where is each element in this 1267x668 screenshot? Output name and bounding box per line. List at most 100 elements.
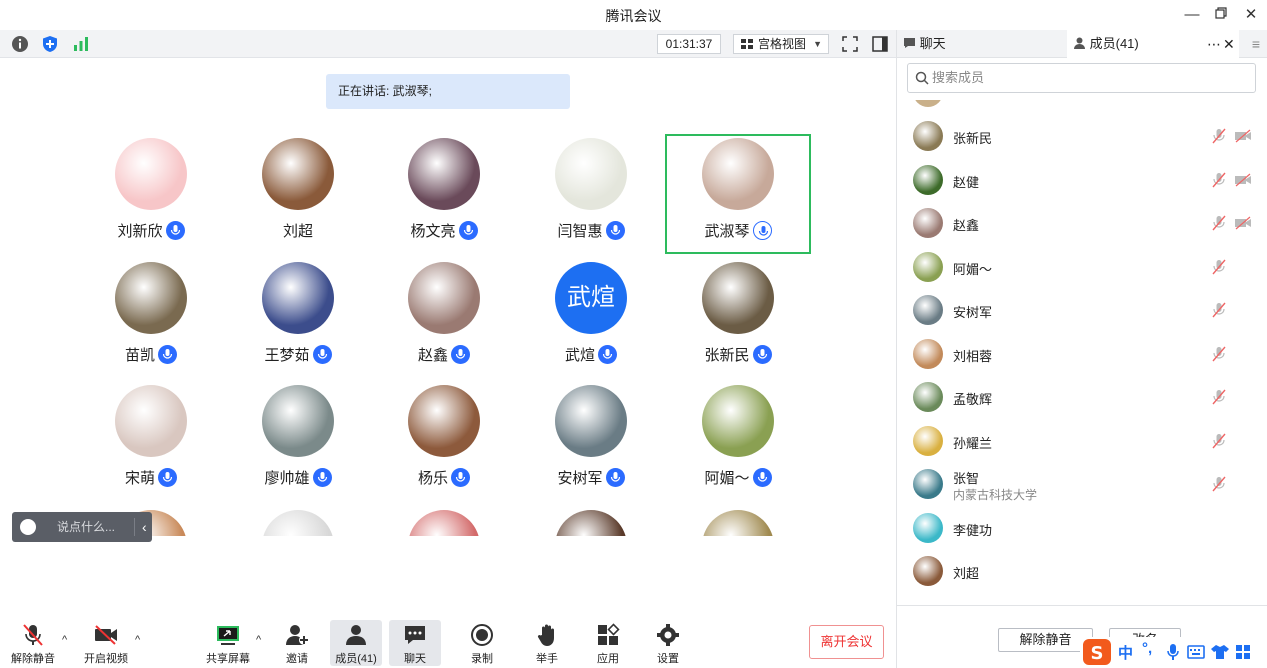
participant-tile[interactable]: 苗凯 — [78, 258, 224, 378]
avatar — [702, 138, 774, 210]
start-video-label: 开启视频 — [84, 653, 128, 665]
hand-icon — [537, 624, 554, 646]
skin-icon[interactable] — [1211, 644, 1229, 660]
mic-icon — [451, 345, 470, 364]
emoji-icon[interactable] — [20, 519, 36, 535]
participant-tile[interactable]: 赵鑫 — [371, 258, 517, 378]
participant-tile[interactable]: 张新民 — [665, 258, 811, 378]
mic-muted-icon[interactable] — [1211, 476, 1227, 492]
avatar — [408, 510, 480, 536]
minimize-button[interactable]: — — [1180, 4, 1204, 26]
participant-tile[interactable]: 廖帅雄 — [225, 381, 371, 501]
list-item[interactable]: 张新民 — [897, 116, 1267, 156]
list-item[interactable]: 赵鑫 — [897, 203, 1267, 243]
share-screen-button[interactable]: 共享屏幕 — [202, 620, 254, 666]
signal-icon[interactable] — [72, 35, 90, 53]
participant-tile[interactable] — [225, 506, 371, 536]
sidebar-toggle-icon[interactable] — [871, 35, 889, 53]
toolbox-icon[interactable] — [1235, 644, 1251, 660]
participant-tile[interactable]: 阿媚～ — [665, 381, 811, 501]
mic-muted-icon[interactable] — [1211, 433, 1227, 449]
list-item[interactable]: 刘超 — [897, 551, 1267, 591]
collapse-chevron-icon[interactable]: ‹ — [142, 512, 147, 542]
ime-toolbar[interactable]: S 中 °, — [1080, 637, 1267, 668]
avatar — [408, 262, 480, 334]
punctuation-icon[interactable]: °, — [1142, 640, 1152, 657]
list-item[interactable]: 安树军 — [897, 290, 1267, 330]
member-search-input[interactable]: 搜索成员 — [907, 63, 1256, 93]
tab-chat[interactable]: 聊天 — [897, 30, 1067, 58]
raise-hand-button[interactable]: 举手 — [527, 620, 567, 666]
fullscreen-icon[interactable] — [841, 35, 859, 53]
participant-name-row: 宋萌 — [78, 467, 224, 488]
participant-tile[interactable]: 安树军 — [518, 381, 664, 501]
view-mode-dropdown[interactable]: 宫格视图 ▼ — [733, 34, 829, 54]
list-item[interactable]: 孟敬辉 — [897, 377, 1267, 417]
participant-tile[interactable] — [371, 506, 517, 536]
unmute-all-button[interactable]: 解除静音 — [998, 628, 1093, 652]
avatar — [913, 338, 943, 369]
leave-meeting-button[interactable]: 离开会议 — [809, 625, 884, 659]
mic-muted-icon[interactable] — [1211, 215, 1227, 231]
menu-icon[interactable]: ≡ — [1245, 30, 1267, 58]
camera-off-icon[interactable] — [1234, 128, 1252, 144]
participant-name-row: 廖帅雄 — [225, 467, 371, 488]
participant-tile[interactable]: 武煊 武煊 — [518, 258, 664, 378]
more-options-icon[interactable]: ⋯ — [1207, 30, 1221, 58]
participant-tile[interactable] — [518, 506, 664, 536]
share-options-chevron-icon[interactable]: ^ — [256, 634, 261, 646]
mic-muted-icon[interactable] — [1211, 259, 1227, 275]
info-icon[interactable] — [11, 35, 29, 53]
participant-tile[interactable]: 武淑琴 — [665, 134, 811, 254]
close-panel-icon[interactable]: ✕ — [1223, 30, 1235, 58]
unmute-button[interactable]: 解除静音 — [8, 620, 58, 666]
list-item[interactable]: 赵健 — [897, 160, 1267, 200]
participant-name: 张新民 — [704, 347, 750, 364]
voice-input-icon[interactable] — [1166, 643, 1180, 661]
mic-muted-icon[interactable] — [1211, 172, 1227, 188]
participant-tile[interactable] — [665, 506, 811, 536]
participant-tile[interactable]: 刘新欣 — [78, 134, 224, 254]
mic-muted-icon[interactable] — [1211, 128, 1227, 144]
restore-button[interactable] — [1209, 4, 1233, 26]
participant-tile[interactable]: 杨乐 — [371, 381, 517, 501]
mic-muted-icon[interactable] — [1211, 389, 1227, 405]
close-button[interactable]: ✕ — [1239, 4, 1263, 26]
record-button[interactable]: 录制 — [462, 620, 502, 666]
keyboard-icon[interactable] — [1187, 645, 1205, 659]
mic-muted-icon[interactable] — [1211, 346, 1227, 362]
start-video-button[interactable]: 开启视频 — [80, 620, 132, 666]
video-options-chevron-icon[interactable]: ^ — [135, 634, 140, 646]
participant-tile[interactable]: 刘超 — [225, 134, 371, 254]
chat-button[interactable]: 聊天 — [389, 620, 441, 666]
avatar — [913, 100, 943, 107]
list-item[interactable] — [897, 100, 1267, 112]
list-item[interactable]: 孙耀兰 — [897, 421, 1267, 461]
members-button[interactable]: 成员(41) — [330, 620, 382, 666]
audio-options-chevron-icon[interactable]: ^ — [62, 634, 67, 646]
list-item[interactable]: 张智 内蒙古科技大学 — [897, 464, 1267, 504]
list-item[interactable]: 李健功 — [897, 508, 1267, 548]
camera-off-icon[interactable] — [1234, 172, 1252, 188]
chat-popup[interactable]: 说点什么... ‹ — [12, 512, 152, 542]
chat-popup-placeholder[interactable]: 说点什么... — [57, 512, 115, 542]
invite-button[interactable]: 邀请 — [277, 620, 317, 666]
avatar — [913, 556, 943, 586]
shield-icon[interactable] — [41, 35, 59, 53]
tab-members[interactable]: 成员(41) ⋯ ✕ — [1067, 30, 1239, 58]
ime-lang[interactable]: 中 — [1118, 642, 1133, 663]
mic-icon — [165, 221, 185, 240]
participant-name-row: 刘超 — [225, 220, 371, 241]
list-item[interactable]: 刘相蓉 — [897, 334, 1267, 374]
participant-tile[interactable]: 闫智惠 — [518, 134, 664, 254]
apps-button[interactable]: 应用 — [588, 620, 628, 666]
participant-tile[interactable]: 王梦茹 — [225, 258, 371, 378]
participant-tile[interactable]: 杨文亮 — [371, 134, 517, 254]
mic-muted-icon[interactable] — [1211, 302, 1227, 318]
member-name: 赵健 — [953, 174, 980, 190]
list-item[interactable]: 阿媚～ — [897, 247, 1267, 287]
mic-icon — [312, 345, 332, 364]
participant-tile[interactable]: 宋萌 — [78, 381, 224, 501]
camera-off-icon[interactable] — [1234, 215, 1252, 231]
settings-button[interactable]: 设置 — [648, 620, 688, 666]
